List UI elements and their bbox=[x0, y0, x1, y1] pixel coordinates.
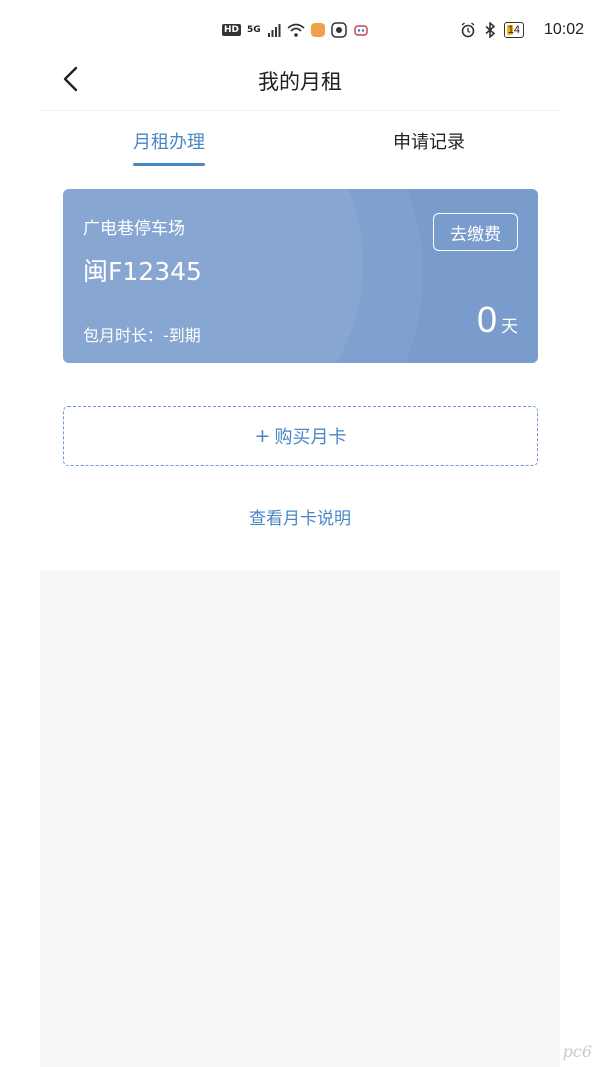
parking-lot-name: 广电巷停车场 bbox=[83, 219, 185, 239]
status-right-icons: 14 bbox=[460, 22, 524, 38]
page: HD 5G 14 10:02 我的月租 月租办理 申请记录 广电巷停车场 闽F1… bbox=[0, 0, 600, 1067]
monthly-card: 广电巷停车场 闽F12345 包月时长：-到期 去缴费 0 天 bbox=[63, 189, 538, 363]
monthly-duration: 包月时长：-到期 bbox=[83, 326, 201, 345]
tab-application-records[interactable]: 申请记录 bbox=[393, 128, 465, 154]
tab-bar: 月租办理 申请记录 bbox=[40, 124, 560, 168]
signal-5g-icon: 5G bbox=[247, 24, 261, 35]
wifi-icon bbox=[287, 23, 305, 37]
license-plate: 闽F12345 bbox=[83, 257, 202, 286]
content-panel bbox=[40, 570, 560, 1067]
hd-icon: HD bbox=[222, 24, 242, 36]
days-unit: 天 bbox=[501, 317, 518, 337]
pay-button[interactable]: 去缴费 bbox=[433, 213, 518, 251]
plus-icon: + bbox=[254, 425, 271, 447]
remaining-days: 0 天 bbox=[477, 299, 518, 341]
buy-monthly-card-button[interactable]: + 购买月卡 bbox=[63, 406, 538, 466]
status-left-icons: HD 5G bbox=[222, 22, 369, 38]
robot-icon bbox=[353, 25, 368, 36]
alarm-icon bbox=[461, 22, 475, 38]
page-title: 我的月租 bbox=[258, 70, 342, 94]
tab-label: 申请记录 bbox=[393, 132, 465, 153]
bluetooth-icon bbox=[485, 22, 495, 38]
battery-icon: 14 bbox=[503, 22, 524, 38]
app-notification-icon-2 bbox=[330, 22, 347, 38]
tab-monthly-rent[interactable]: 月租办理 bbox=[133, 128, 205, 166]
days-value: 0 bbox=[476, 299, 497, 340]
watermark-logo: pc6 bbox=[562, 1042, 592, 1061]
header: 我的月租 bbox=[40, 52, 560, 111]
status-time: 10:02 bbox=[543, 21, 584, 38]
battery-level: 14 bbox=[507, 24, 520, 36]
signal-bars-icon bbox=[267, 24, 281, 37]
buy-card-label: 购买月卡 bbox=[274, 427, 347, 448]
tab-active-indicator bbox=[133, 163, 205, 166]
app-notification-icon bbox=[310, 23, 325, 37]
tab-label: 月租办理 bbox=[133, 132, 205, 153]
view-card-info-link[interactable]: 查看月卡说明 bbox=[0, 504, 600, 529]
